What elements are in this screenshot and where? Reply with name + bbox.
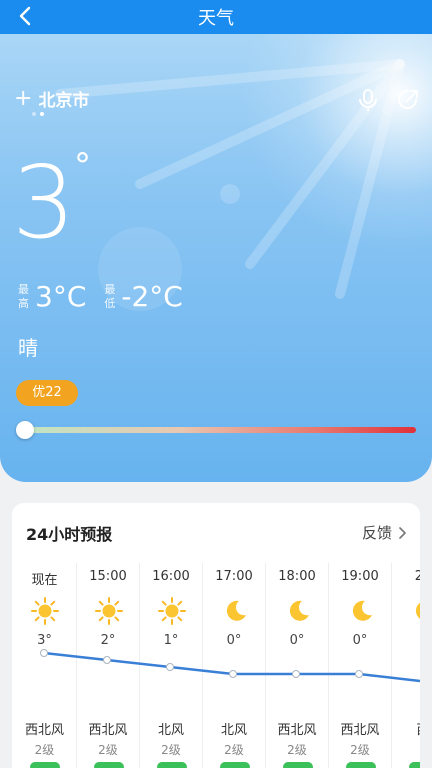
top-bar: 天气	[0, 0, 432, 34]
city-selector[interactable]: + 北京市	[14, 86, 89, 111]
temperature-point	[355, 670, 363, 678]
temperature-point	[292, 670, 300, 678]
temperature-point	[40, 649, 48, 657]
temperature-point	[103, 656, 111, 664]
low-label: 最 低	[104, 283, 115, 311]
page-title: 天气	[198, 8, 234, 29]
high-label-char: 最	[18, 282, 29, 296]
air-quality-marker	[16, 421, 34, 439]
microphone-icon	[359, 89, 377, 111]
voice-button[interactable]	[356, 88, 380, 112]
city-name: 北京市	[38, 91, 90, 111]
high-label: 最 高	[18, 283, 29, 311]
low-label-char: 低	[104, 296, 116, 310]
feedback-label: 反馈	[361, 524, 392, 542]
high-temperature: 3°C	[35, 280, 87, 313]
page-indicator	[32, 112, 44, 116]
current-weather-panel: + 北京市 3 ° 最 高 3°C 最 低 -2°C 晴 优22	[0, 34, 432, 482]
weather-condition: 晴	[18, 336, 38, 360]
hourly-list[interactable]: 现在 3° 西北风 2级 15:00 2° 西北风 2级 16:00 1° 北风 2级 17:00 0° 北…	[12, 563, 420, 768]
temperature-curve	[40, 649, 420, 683]
plus-icon[interactable]: +	[14, 87, 32, 110]
share-button[interactable]	[396, 88, 420, 112]
high-label-char: 高	[18, 296, 29, 310]
air-quality-badge[interactable]: 优22	[16, 380, 78, 406]
share-icon	[398, 89, 418, 109]
low-temperature: -2°C	[121, 280, 183, 313]
chevron-right-icon	[399, 526, 406, 539]
page-dot	[32, 112, 36, 116]
low-label-char: 最	[104, 282, 116, 296]
feedback-link[interactable]: 反馈	[362, 522, 406, 543]
hourly-forecast-card: 24小时预报 反馈 现在 3° 西北风 2级 15:00 2° 西北风 2级 16:00 1° 北风…	[12, 503, 420, 768]
forecast-title: 24小时预报	[26, 525, 113, 544]
air-quality-scale	[22, 427, 416, 433]
page-dot-active	[40, 112, 44, 116]
degree-symbol: °	[74, 146, 91, 186]
temperature-point	[166, 663, 174, 671]
temperature-point	[229, 670, 237, 678]
current-temperature: 3	[12, 144, 76, 261]
temperature-range: 最 高 3°C 最 低 -2°C	[18, 280, 201, 313]
